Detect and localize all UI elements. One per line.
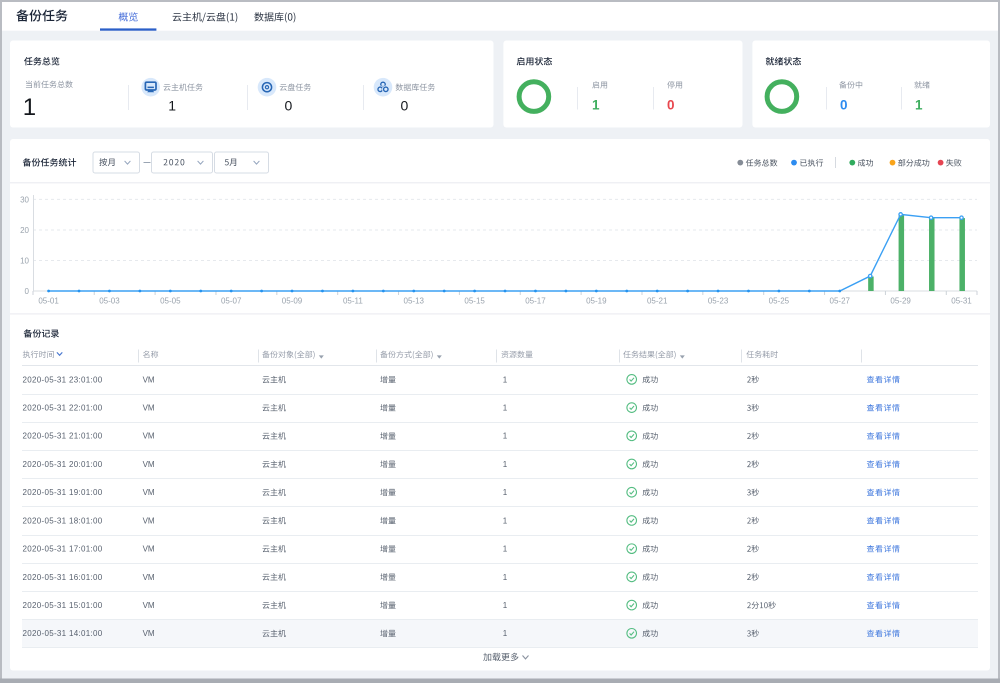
svg-text:2020-05-31 14:01:00: 2020-05-31 14:01:00 [23, 629, 103, 638]
svg-text:1: 1 [503, 460, 508, 469]
svg-text:1: 1 [503, 516, 508, 525]
svg-text:1: 1 [503, 404, 508, 413]
svg-text:VM: VM [143, 516, 155, 525]
svg-text:VM: VM [143, 375, 155, 384]
svg-text:10: 10 [20, 256, 29, 265]
svg-text:05-27: 05-27 [830, 297, 851, 306]
svg-text:05-09: 05-09 [282, 297, 303, 306]
svg-text:1: 1 [503, 432, 508, 441]
svg-text:VM: VM [143, 460, 155, 469]
svg-text:05-31: 05-31 [951, 297, 972, 306]
svg-text:2020-05-31 15:01:00: 2020-05-31 15:01:00 [23, 601, 103, 610]
svg-text:05-07: 05-07 [221, 297, 242, 306]
svg-text:VM: VM [143, 488, 155, 497]
svg-text:1: 1 [503, 488, 508, 497]
svg-text:1: 1 [503, 573, 508, 582]
svg-text:1: 1 [503, 545, 508, 554]
svg-text:2020-05-31 18:01:00: 2020-05-31 18:01:00 [23, 516, 103, 525]
svg-text:0: 0 [25, 287, 30, 296]
svg-text:1: 1 [915, 97, 923, 112]
svg-text:VM: VM [143, 545, 155, 554]
svg-text:2020-05-31 23:01:00: 2020-05-31 23:01:00 [23, 375, 103, 384]
svg-text:0: 0 [401, 98, 409, 114]
svg-text:VM: VM [143, 629, 155, 638]
svg-text:2020-05-31 20:01:00: 2020-05-31 20:01:00 [23, 460, 103, 469]
svg-text:05-25: 05-25 [769, 297, 790, 306]
svg-text:05-11: 05-11 [343, 297, 363, 306]
svg-text:0: 0 [840, 97, 848, 112]
svg-text:2020-05-31 16:01:00: 2020-05-31 16:01:00 [23, 573, 103, 582]
svg-text:VM: VM [143, 404, 155, 413]
svg-text:20: 20 [20, 226, 29, 235]
svg-text:VM: VM [143, 573, 155, 582]
svg-text:VM: VM [143, 601, 155, 610]
svg-text:05-21: 05-21 [647, 297, 668, 306]
svg-text:1: 1 [23, 94, 36, 121]
svg-text:05-13: 05-13 [404, 297, 425, 306]
svg-text:1: 1 [503, 375, 508, 384]
svg-text:05-29: 05-29 [890, 297, 911, 306]
svg-text:2020-05-31 22:01:00: 2020-05-31 22:01:00 [23, 404, 103, 413]
svg-text:05-23: 05-23 [708, 297, 729, 306]
svg-text:2020-05-31 21:01:00: 2020-05-31 21:01:00 [23, 432, 103, 441]
svg-text:0: 0 [285, 98, 293, 114]
svg-text:05-05: 05-05 [160, 297, 181, 306]
svg-text:1: 1 [503, 601, 508, 610]
svg-text:1: 1 [503, 629, 508, 638]
svg-text:2020-05-31 17:01:00: 2020-05-31 17:01:00 [23, 545, 103, 554]
svg-text:05-03: 05-03 [99, 297, 120, 306]
svg-text:0: 0 [667, 97, 675, 112]
svg-text:05-19: 05-19 [586, 297, 607, 306]
svg-text:1: 1 [168, 98, 176, 114]
svg-text:VM: VM [143, 432, 155, 441]
svg-text:05-17: 05-17 [525, 297, 546, 306]
svg-text:05-15: 05-15 [464, 297, 485, 306]
svg-text:05-01: 05-01 [38, 297, 59, 306]
svg-text:30: 30 [20, 195, 29, 204]
svg-text:1: 1 [592, 97, 600, 112]
svg-text:2020-05-31 19:01:00: 2020-05-31 19:01:00 [23, 488, 103, 497]
